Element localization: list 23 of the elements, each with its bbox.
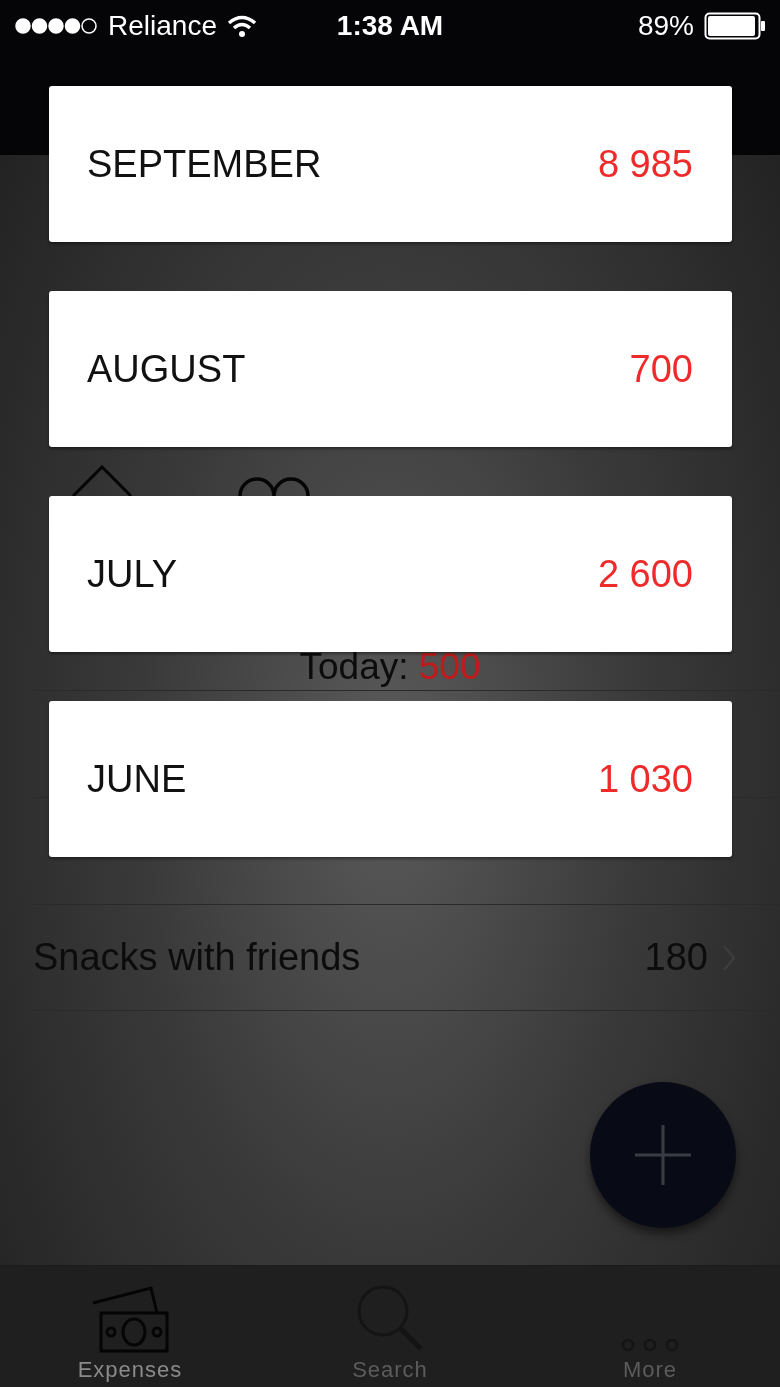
carrier-name: Reliance: [108, 10, 217, 42]
plus-icon: [633, 1123, 693, 1187]
month-total: 700: [629, 347, 693, 391]
month-total: 1 030: [597, 757, 693, 801]
month-total: 8 985: [597, 142, 693, 186]
banknotes-icon: [91, 1283, 169, 1353]
battery-percentage: 89%: [637, 10, 694, 42]
tab-bar-item[interactable]: Expenses: [0, 1266, 260, 1387]
month-name: JUNE: [87, 757, 187, 801]
month-card[interactable]: JUNE 1 030: [49, 701, 732, 857]
month-card[interactable]: SEPTEMBER 8 985: [49, 86, 732, 242]
month-card[interactable]: AUGUST 700: [49, 291, 732, 447]
month-name: JULY: [87, 552, 178, 596]
month-total: 2 600: [597, 552, 693, 596]
month-name: AUGUST: [87, 347, 246, 391]
month-name: SEPTEMBER: [87, 142, 322, 186]
loop-icon: [238, 474, 310, 496]
wifi-icon: [226, 14, 257, 38]
battery-icon: [704, 12, 766, 40]
clock-time: 1:38 AM: [336, 10, 444, 42]
signal-strength-icon: [14, 17, 98, 35]
month-card[interactable]: JULY 2 600: [49, 496, 732, 652]
house-icon: [72, 465, 132, 496]
